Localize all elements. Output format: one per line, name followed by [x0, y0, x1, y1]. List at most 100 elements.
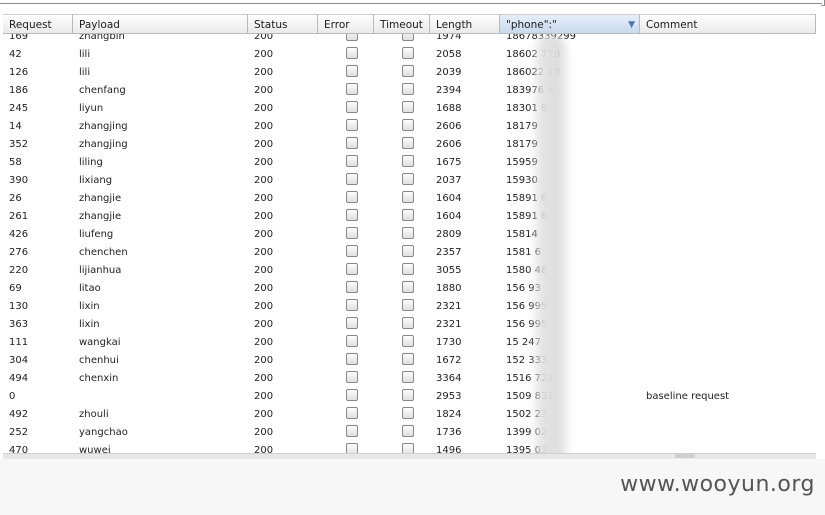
- error-checkbox[interactable]: [346, 119, 358, 131]
- table-row[interactable]: 252 yangchao 200 1736 1399 02: [3, 424, 816, 442]
- cell-comment: [640, 352, 816, 370]
- column-header-error[interactable]: Error: [318, 14, 374, 34]
- table-row[interactable]: 494chenxin20033641516 721: [3, 370, 816, 388]
- table-row[interactable]: 492 zhouli 200 1824 1502 23: [3, 406, 816, 424]
- cell-status: 200: [254, 49, 274, 60]
- cell-comment: [640, 424, 816, 442]
- error-checkbox[interactable]: [346, 299, 358, 311]
- cell-payload: zhouli: [79, 409, 109, 420]
- error-checkbox[interactable]: [346, 191, 358, 203]
- cell-length: 1730: [436, 337, 462, 348]
- table-row[interactable]: 69 litao 200 1880 156 93: [3, 280, 816, 298]
- error-checkbox[interactable]: [346, 101, 358, 113]
- timeout-checkbox[interactable]: [402, 119, 414, 131]
- timeout-checkbox[interactable]: [402, 371, 414, 383]
- error-checkbox[interactable]: [346, 155, 358, 167]
- timeout-checkbox[interactable]: [402, 245, 414, 257]
- cell-payload: zhangjing: [79, 139, 128, 150]
- table-row[interactable]: 130 lixin 200 2321 156 995: [3, 298, 816, 316]
- error-checkbox[interactable]: [346, 209, 358, 221]
- table-row[interactable]: 42lili200205818602 710: [3, 46, 816, 64]
- error-checkbox[interactable]: [346, 317, 358, 329]
- error-checkbox[interactable]: [346, 137, 358, 149]
- table-row[interactable]: 363 lixin 200 2321 156 995: [3, 316, 816, 334]
- error-checkbox[interactable]: [346, 371, 358, 383]
- cell-comment: [640, 226, 816, 244]
- cell-comment: [640, 244, 816, 262]
- cell-status: 200: [254, 427, 274, 438]
- cell-request: 252: [9, 427, 29, 438]
- results-table-body: 169 zhangbin 200 1974 18678339299 42 lili 200 20…: [3, 28, 816, 454]
- table-row[interactable]: 111 wangkai 200 1730 15 247: [3, 334, 816, 352]
- cell-comment: [640, 64, 816, 82]
- cell-status: 200: [254, 211, 274, 222]
- error-checkbox[interactable]: [346, 389, 358, 401]
- error-checkbox[interactable]: [346, 173, 358, 185]
- timeout-checkbox[interactable]: [402, 353, 414, 365]
- timeout-checkbox[interactable]: [402, 317, 414, 329]
- error-checkbox[interactable]: [346, 65, 358, 77]
- table-row[interactable]: 426 liufeng 200 2809 15814: [3, 226, 816, 244]
- table-row[interactable]: 26 zhangjie 200 1604 15891 6: [3, 190, 816, 208]
- error-checkbox[interactable]: [346, 353, 358, 365]
- timeout-checkbox[interactable]: [402, 101, 414, 113]
- column-header-length[interactable]: Length: [430, 14, 500, 34]
- column-label: Payload: [79, 19, 120, 31]
- error-checkbox[interactable]: [346, 47, 358, 59]
- cell-timeout: [374, 316, 430, 334]
- timeout-checkbox[interactable]: [402, 263, 414, 275]
- table-row[interactable]: 126lili2002039186022 10: [3, 64, 816, 82]
- timeout-checkbox[interactable]: [402, 83, 414, 95]
- cell-payload: liufeng: [79, 229, 114, 240]
- table-row[interactable]: 390 lixiang 200 2037 15930: [3, 172, 816, 190]
- column-header-timeout[interactable]: Timeout: [374, 14, 430, 34]
- cell-timeout: [374, 424, 430, 442]
- cell-timeout: [374, 46, 430, 64]
- timeout-checkbox[interactable]: [402, 155, 414, 167]
- timeout-checkbox[interactable]: [402, 299, 414, 311]
- timeout-checkbox[interactable]: [402, 137, 414, 149]
- timeout-checkbox[interactable]: [402, 281, 414, 293]
- table-row[interactable]: 220 lijianhua 200 3055 1580 48: [3, 262, 816, 280]
- timeout-checkbox[interactable]: [402, 425, 414, 437]
- error-checkbox[interactable]: [346, 407, 358, 419]
- table-row[interactable]: 352 zhangjing 200 2606 18179: [3, 136, 816, 154]
- column-header-request[interactable]: Request: [3, 14, 73, 34]
- table-row[interactable]: 186chenfang2002394183976 6: [3, 82, 816, 100]
- timeout-checkbox[interactable]: [402, 389, 414, 401]
- timeout-checkbox[interactable]: [402, 65, 414, 77]
- column-header-payload[interactable]: Payload: [73, 14, 248, 34]
- scrollbar-thumb[interactable]: [675, 454, 695, 458]
- error-checkbox[interactable]: [346, 281, 358, 293]
- table-row[interactable]: 58 liling 200 1675 15959: [3, 154, 816, 172]
- error-checkbox[interactable]: [346, 227, 358, 239]
- timeout-checkbox[interactable]: [402, 407, 414, 419]
- table-row[interactable]: 245 liyun 200 1688 18301 9: [3, 100, 816, 118]
- cell-status: 200: [254, 175, 274, 186]
- column-header-phone[interactable]: "phone":" ▼: [500, 14, 640, 34]
- table-row[interactable]: 020029531509 831baseline request: [3, 388, 816, 406]
- table-row[interactable]: 276 chenchen 200 2357 1581 6: [3, 244, 816, 262]
- timeout-checkbox[interactable]: [402, 227, 414, 239]
- error-checkbox[interactable]: [346, 425, 358, 437]
- error-checkbox[interactable]: [346, 83, 358, 95]
- timeout-checkbox[interactable]: [402, 173, 414, 185]
- results-table-header: Request Payload Status Error Timeout Len…: [3, 14, 816, 35]
- error-checkbox[interactable]: [346, 245, 358, 257]
- timeout-checkbox[interactable]: [402, 47, 414, 59]
- error-checkbox[interactable]: [346, 263, 358, 275]
- table-row[interactable]: 14 zhangjing 200 2606 18179: [3, 118, 816, 136]
- cell-status: 200: [254, 337, 274, 348]
- column-header-status[interactable]: Status: [248, 14, 318, 34]
- table-row[interactable]: 261 zhangjie 200 1604 15891 6: [3, 208, 816, 226]
- table-row[interactable]: 304 chenhui 200 1672 152 333: [3, 352, 816, 370]
- error-checkbox[interactable]: [346, 335, 358, 347]
- cell-error: [318, 154, 374, 172]
- timeout-checkbox[interactable]: [402, 335, 414, 347]
- timeout-checkbox[interactable]: [402, 191, 414, 203]
- column-header-comment[interactable]: Comment: [640, 14, 816, 34]
- cell-error: [318, 280, 374, 298]
- cell-request: 42: [9, 49, 22, 60]
- cell-comment: [640, 334, 816, 352]
- timeout-checkbox[interactable]: [402, 209, 414, 221]
